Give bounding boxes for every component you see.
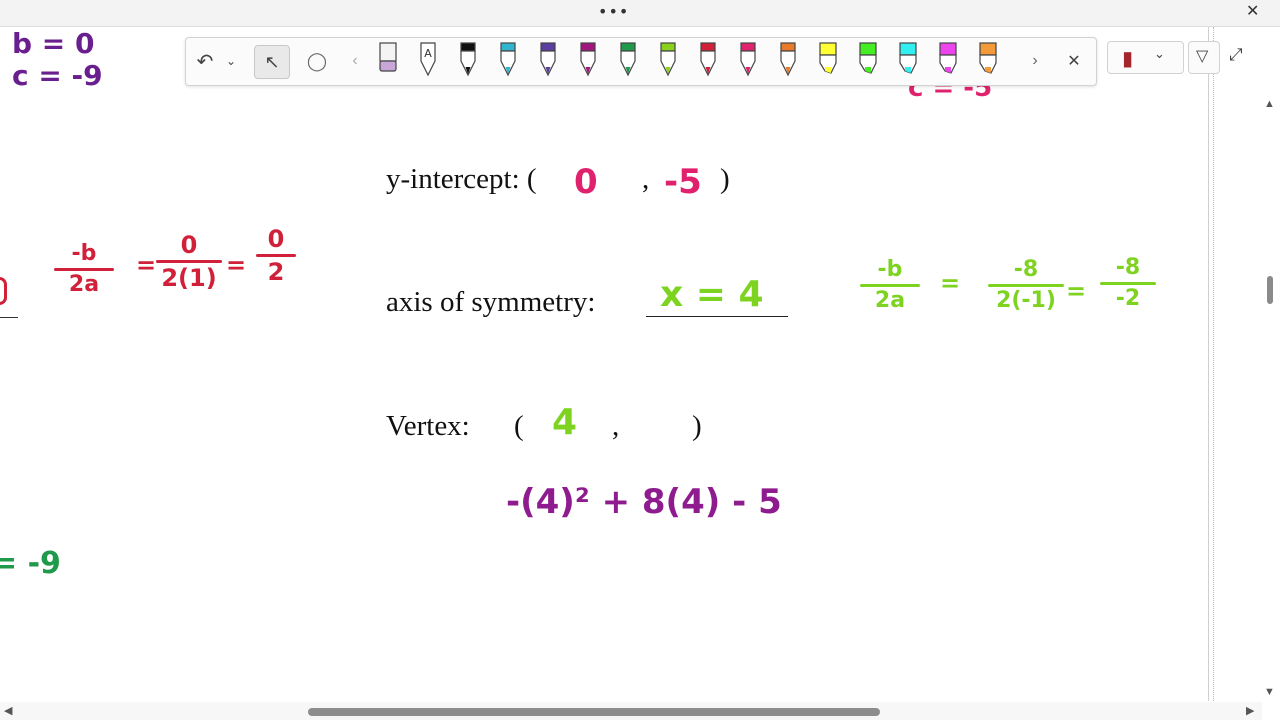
scroll-left-icon[interactable]: ◀ [4, 704, 12, 717]
undo-dropdown[interactable]: ⌄ [224, 45, 238, 77]
green-fraction-3: -8 -2 [1100, 257, 1156, 310]
undo-button[interactable]: ↶ [192, 45, 218, 77]
notebook-page[interactable]: b = 0 c = -9 c = -5 -b 2a = 0 2(1) = 0 2… [0, 27, 1208, 701]
equals-sign: = [940, 269, 961, 297]
axis-of-symmetry-answer: x = 4 [660, 274, 764, 315]
magenta-highlighter-icon[interactable] [936, 41, 960, 79]
chevron-right-icon: › [1032, 52, 1038, 69]
ruler-button[interactable]: ▽ [1188, 41, 1220, 74]
purple-pen-icon[interactable] [536, 41, 560, 79]
page-boundary [1208, 27, 1214, 701]
partial-blank-line [0, 317, 18, 318]
scroll-pens-right-button[interactable]: › [1028, 45, 1042, 77]
fraction-bar [1100, 282, 1156, 285]
partial-ink-mark [0, 277, 7, 305]
fraction-bar [256, 254, 296, 257]
more-options-icon[interactable]: ••• [598, 2, 629, 21]
notebook-selector[interactable]: ▮ ⌄ [1107, 41, 1184, 74]
vertex-x-answer: 4 [552, 402, 578, 443]
pink-pen-icon[interactable] [736, 41, 760, 79]
fraction-numerator: -b [877, 257, 903, 282]
horizontal-scroll-thumb[interactable] [308, 708, 880, 716]
undo-icon: ↶ [196, 50, 214, 73]
answer-blank-line [646, 316, 788, 317]
fraction-numerator: -8 [1013, 257, 1039, 282]
red-fraction-1: -b 2a [54, 243, 114, 296]
vertical-scroll-thumb[interactable] [1267, 276, 1273, 304]
chevron-down-icon: ⌄ [225, 54, 237, 68]
vertex-close-paren: ) [692, 410, 702, 442]
y-intercept-x-answer: 0 [574, 162, 598, 202]
lasso-tool-button[interactable]: ◯ [302, 45, 332, 77]
chevron-left-icon: ‹ [352, 52, 358, 69]
y-intercept-close: ) [720, 163, 730, 195]
vertex-comma: , [612, 410, 620, 442]
fraction-numerator: -b [71, 241, 97, 266]
green-fraction-2: -8 2(-1) [988, 259, 1064, 312]
partial-green-note: = -9 [0, 546, 61, 581]
chevron-down-icon: ⌄ [1154, 47, 1165, 62]
close-icon: ✕ [1067, 53, 1081, 70]
lasso-icon: ◯ [306, 50, 328, 71]
ink-to-text-icon[interactable]: A [416, 41, 440, 79]
fraction-numerator: 0 [267, 225, 285, 253]
axis-of-symmetry-label: axis of symmetry: [386, 286, 596, 318]
yellow-highlighter-icon[interactable] [816, 41, 840, 79]
red-fraction-2: 0 2(1) [156, 233, 222, 290]
scroll-pens-left-button[interactable]: ‹ [346, 45, 364, 77]
fraction-denominator: 2 [267, 258, 285, 286]
y-intercept-label: y-intercept: ( [386, 163, 537, 195]
y-intercept-comma: , [642, 163, 650, 195]
expand-icon[interactable]: ⤢ [1229, 45, 1243, 65]
fraction-denominator: 2a [68, 272, 100, 297]
ink-toolbar: ↶ ⌄ ↖ ◯ ‹ A › ✕ [185, 37, 1097, 86]
vertex-y-work: -(4)² + 8(4) - 5 [506, 482, 782, 522]
scroll-down-icon[interactable]: ▼ [1264, 686, 1275, 698]
magenta-pen-icon[interactable] [576, 41, 600, 79]
c-value-note: c = -9 [12, 59, 103, 92]
black-pen-icon[interactable] [456, 41, 480, 79]
equals-sign: = [226, 251, 247, 279]
fraction-denominator: 2(-1) [996, 288, 1056, 313]
fraction-numerator: 0 [180, 231, 198, 259]
red-fraction-3: 0 2 [256, 227, 296, 284]
b-value-note: b = 0 [12, 27, 95, 60]
y-intercept-y-answer: -5 [664, 162, 702, 202]
horizontal-scrollbar[interactable]: ◀ ▶ [0, 702, 1262, 720]
fraction-bar [156, 260, 222, 263]
notebook-icon: ▮ [1122, 46, 1134, 70]
lime-pen-icon[interactable] [656, 41, 680, 79]
svg-text:A: A [424, 47, 432, 60]
vertical-scrollbar[interactable]: ▲ ▼ [1262, 96, 1278, 700]
fraction-numerator: -8 [1115, 255, 1141, 280]
fraction-bar [860, 284, 920, 287]
close-toolbar-button[interactable]: ✕ [1062, 45, 1086, 77]
red-pen-icon[interactable] [696, 41, 720, 79]
vertex-label: Vertex: [386, 410, 470, 442]
green-pen-icon[interactable] [616, 41, 640, 79]
cyan-pen-icon[interactable] [496, 41, 520, 79]
orange-pen-icon[interactable] [776, 41, 800, 79]
equals-sign: = [1066, 277, 1087, 305]
vertex-open-paren: ( [514, 410, 524, 442]
green-fraction-1: -b 2a [860, 259, 920, 312]
ruler-icon: ▽ [1196, 46, 1209, 65]
select-tool-button[interactable]: ↖ [254, 45, 290, 79]
green-highlighter-icon[interactable] [856, 41, 880, 79]
scroll-right-icon[interactable]: ▶ [1246, 704, 1254, 717]
equals-sign: = [136, 251, 157, 279]
fraction-denominator: 2(1) [161, 264, 217, 292]
fraction-denominator: -2 [1115, 286, 1141, 311]
cursor-icon: ↖ [264, 51, 280, 72]
fraction-bar [988, 284, 1064, 287]
orange-highlighter-icon[interactable] [976, 41, 1000, 79]
window-title-bar: ••• ✕ [0, 0, 1280, 27]
window-close-button[interactable]: ✕ [1246, 1, 1259, 20]
scroll-up-icon[interactable]: ▲ [1264, 98, 1275, 110]
eraser-icon[interactable] [376, 41, 400, 79]
fraction-denominator: 2a [874, 288, 906, 313]
fraction-bar [54, 268, 114, 271]
cyan-highlighter-icon[interactable] [896, 41, 920, 79]
